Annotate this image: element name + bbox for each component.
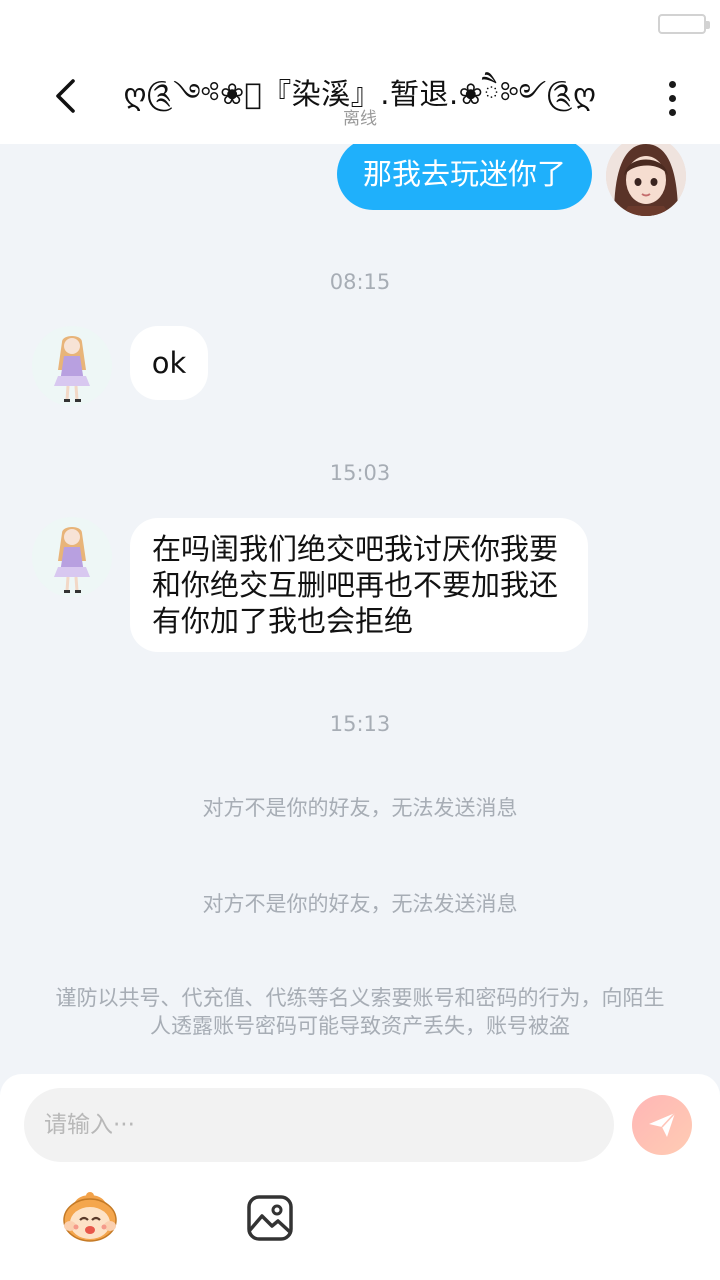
self-avatar[interactable] bbox=[606, 144, 686, 216]
message-list[interactable]: 那我去玩迷你了 08:15 ok 15:03 在吗闺我们绝交吧我讨厌你我要和你绝… bbox=[0, 144, 720, 1074]
security-warning: 谨防以共号、代充值、代练等名义索要账号和密码的行为，向陌生人透露账号密码可能导致… bbox=[55, 986, 665, 1038]
incoming-message[interactable]: 在吗闺我们绝交吧我讨厌你我要和你绝交互删吧再也不要加我还有你加了我也会拒绝 bbox=[130, 518, 588, 652]
chevron-left-icon bbox=[56, 79, 75, 113]
friend-avatar-image bbox=[32, 517, 112, 597]
paper-plane-icon bbox=[649, 1112, 676, 1137]
more-options-button[interactable] bbox=[650, 70, 694, 126]
timestamp: 08:15 bbox=[329, 270, 391, 294]
emoji-face-icon bbox=[63, 1192, 117, 1242]
system-notice: 对方不是你的好友，无法发送消息 bbox=[202, 892, 518, 916]
emoji-button[interactable] bbox=[60, 1190, 120, 1244]
back-button[interactable] bbox=[40, 68, 90, 124]
message-composer bbox=[0, 1074, 720, 1280]
message-input[interactable] bbox=[24, 1088, 614, 1162]
system-notice: 对方不是你的好友，无法发送消息 bbox=[202, 796, 518, 820]
image-button[interactable] bbox=[246, 1194, 294, 1242]
incoming-message[interactable]: ok bbox=[130, 326, 208, 400]
image-icon bbox=[247, 1195, 293, 1241]
timestamp: 15:03 bbox=[329, 461, 391, 485]
outgoing-message[interactable]: 那我去玩迷你了 bbox=[336, 144, 592, 210]
friend-avatar-image bbox=[32, 326, 112, 406]
self-avatar-image bbox=[606, 144, 686, 216]
timestamp: 15:13 bbox=[329, 712, 391, 736]
status-bar bbox=[0, 0, 720, 44]
contact-name: ღ༊༺❀ཻ『染溪』.暂退.❀ཻ༻༊ღ bbox=[123, 77, 597, 111]
contact-status: 离线 bbox=[343, 109, 377, 129]
send-button[interactable] bbox=[632, 1095, 692, 1155]
more-vertical-icon bbox=[668, 80, 676, 88]
friend-avatar[interactable] bbox=[32, 517, 112, 597]
battery-icon bbox=[658, 14, 710, 34]
friend-avatar[interactable] bbox=[32, 326, 112, 406]
chat-header: ღ༊༺❀ཻ『染溪』.暂退.❀ཻ༻༊ღ 离线 bbox=[0, 44, 720, 144]
